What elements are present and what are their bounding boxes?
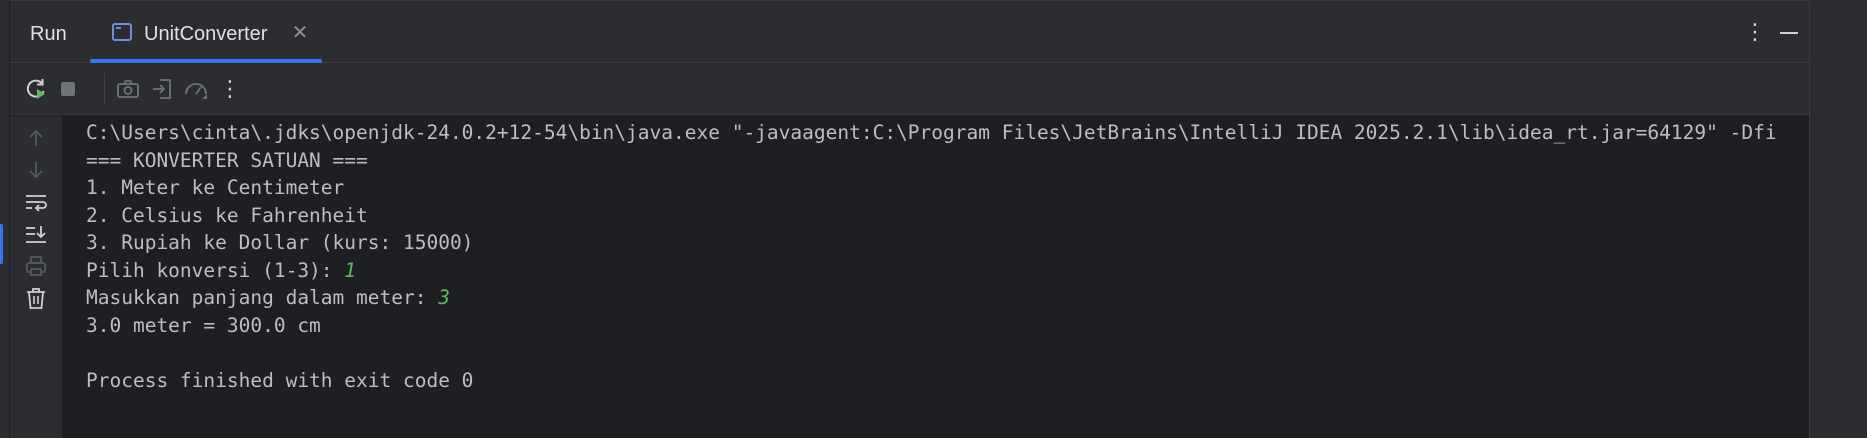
console-output[interactable]: C:\Users\cinta\.jdks\openjdk-24.0.2+12-5… — [62, 116, 1809, 438]
more-vertical-icon[interactable]: ⋮ — [216, 75, 244, 103]
minimize-icon[interactable] — [1775, 18, 1803, 46]
console-side-toolbar — [10, 116, 62, 438]
console-line: 3.0 meter = 300.0 cm — [86, 314, 321, 337]
tab-unitconverter[interactable]: UnitConverter ✕ — [90, 1, 322, 63]
run-toolbar: ⋮ — [10, 63, 1809, 115]
rerun-icon[interactable] — [22, 75, 50, 103]
right-tool-strip — [1809, 0, 1867, 438]
console-line: C:\Users\cinta\.jdks\openjdk-24.0.2+12-5… — [86, 121, 1777, 144]
soft-wrap-icon[interactable] — [22, 188, 50, 216]
close-icon[interactable]: ✕ — [288, 21, 312, 45]
active-tool-indicator — [0, 224, 3, 264]
console-line: Pilih konversi (1-3): 1 — [86, 259, 357, 282]
console-line: 1. Meter ke Centimeter — [86, 176, 345, 199]
user-input: 3 — [438, 286, 450, 309]
print-icon[interactable] — [22, 252, 50, 280]
trash-icon[interactable] — [22, 284, 50, 312]
arrow-down-icon[interactable] — [22, 156, 50, 184]
exit-icon[interactable] — [148, 75, 176, 103]
user-input: 1 — [344, 259, 357, 282]
stop-icon[interactable] — [54, 75, 82, 103]
run-tool-window: Run UnitConverter ✕ ⋮ ⋮ C:\Users\cinta\.… — [0, 0, 1867, 438]
arrow-up-icon[interactable] — [22, 124, 50, 152]
profiler-icon[interactable] — [182, 75, 210, 103]
console-icon — [112, 23, 132, 41]
run-header: Run UnitConverter ✕ ⋮ — [10, 0, 1809, 63]
options-menu-button[interactable]: ⋮ — [1743, 18, 1767, 46]
panel-title: Run — [30, 23, 67, 45]
console-line: Masukkan panjang dalam meter: 3 — [86, 286, 450, 309]
tab-label: UnitConverter — [144, 23, 268, 45]
console-line: 2. Celsius ke Fahrenheit — [86, 204, 368, 227]
scroll-to-end-icon[interactable] — [22, 220, 50, 248]
console-line: === KONVERTER SATUAN === — [86, 149, 368, 172]
toolbar-separator — [104, 73, 105, 105]
camera-icon[interactable] — [114, 75, 142, 103]
left-tool-strip — [0, 0, 10, 438]
console-line: Process finished with exit code 0 — [86, 369, 474, 392]
run-panel: Run UnitConverter ✕ ⋮ ⋮ C:\Users\cinta\.… — [10, 0, 1809, 438]
console-line: 3. Rupiah ke Dollar (kurs: 15000) — [86, 231, 474, 254]
